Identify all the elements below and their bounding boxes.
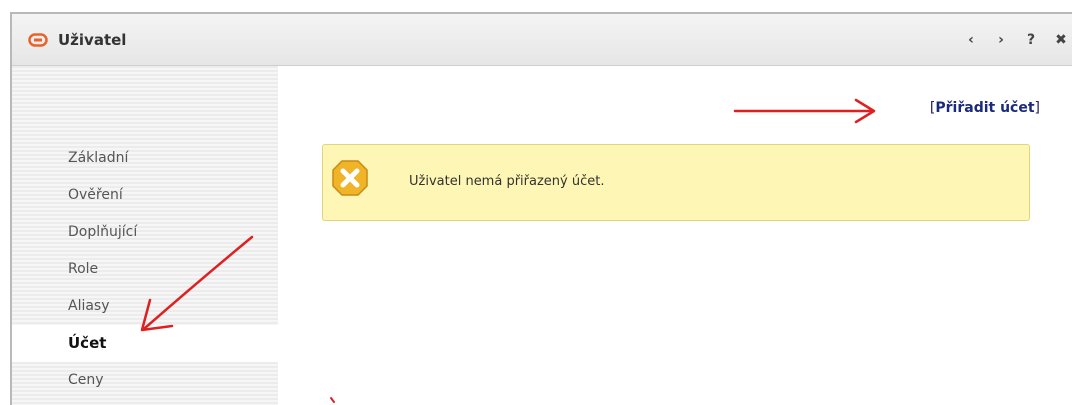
sidebar-item-role[interactable]: Role <box>12 251 278 288</box>
alert-message: Uživatel nemá přiřazený účet. <box>409 174 605 189</box>
sidebar-item-zakladni[interactable]: Základní <box>12 140 278 177</box>
sidebar: Základní Ověření Doplňující Role Aliasy … <box>12 66 278 405</box>
next-arrow-icon[interactable]: › <box>990 28 1012 52</box>
sidebar-nav: Základní Ověření Doplňující Role Aliasy … <box>12 140 278 399</box>
window-titlebar: Uživatel ‹ › ? ✖ <box>12 14 1072 66</box>
settings-icon[interactable]: ✖ <box>1050 28 1072 52</box>
sidebar-item-aliasy[interactable]: Aliasy <box>12 288 278 325</box>
assign-account-link[interactable]: Přiřadit účet <box>935 100 1034 116</box>
no-account-alert: Uživatel nemá přiřazený účet. <box>322 144 1030 221</box>
sidebar-item-overeni[interactable]: Ověření <box>12 177 278 214</box>
bracket-close: ] <box>1034 100 1040 116</box>
window-title: Uživatel <box>58 31 127 49</box>
sidebar-item-ucet[interactable]: Účet <box>12 325 278 362</box>
assign-account-action: [Přiřadit účet] <box>930 98 1040 118</box>
sidebar-item-doplnujici[interactable]: Doplňující <box>12 214 278 251</box>
window-controls: ‹ › ? ✖ <box>952 28 1072 52</box>
help-icon[interactable]: ? <box>1020 28 1042 52</box>
link-icon <box>28 33 48 47</box>
prev-arrow-icon[interactable]: ‹ <box>960 28 982 52</box>
user-window: Uživatel ‹ › ? ✖ Základní Ověření Doplňu… <box>10 12 1072 405</box>
main-content: [Přiřadit účet] Uživatel nemá přiřazený … <box>278 66 1072 405</box>
warning-x-icon <box>332 160 368 196</box>
sidebar-item-ceny[interactable]: Ceny <box>12 362 278 399</box>
